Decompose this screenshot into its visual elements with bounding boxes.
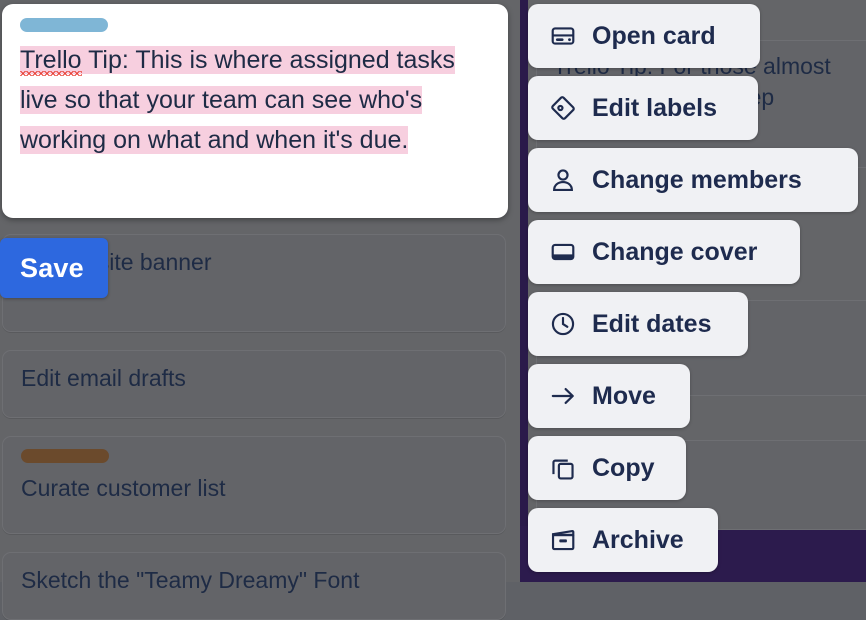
menu-item-move[interactable]: Move (528, 364, 690, 428)
menu-item-open-card[interactable]: Open card (528, 4, 760, 68)
card-title: Sketch the "Teamy Dreamy" Font (21, 567, 360, 593)
menu-item-label: Open card (592, 21, 716, 50)
card-quick-edit-panel: Trello Tip: This is where assigned tasks… (2, 4, 508, 218)
menu-item-change-cover[interactable]: Change cover (528, 220, 800, 284)
arrow-right-icon (550, 383, 576, 409)
card-title: Curate customer list (21, 475, 226, 501)
menu-item-edit-dates[interactable]: Edit dates (528, 292, 748, 356)
card-title-text: Tip: This is where assigned tasks live s… (20, 46, 455, 154)
menu-item-label: Edit dates (592, 309, 712, 338)
label-tag-icon (550, 95, 576, 121)
menu-item-label: Change cover (592, 237, 758, 266)
card-title-input[interactable]: Trello Tip: This is where assigned tasks… (20, 40, 490, 160)
open-card-icon (550, 23, 576, 49)
menu-item-label: Move (592, 381, 656, 410)
menu-item-label: Copy (592, 453, 655, 482)
menu-item-label: Archive (592, 525, 684, 554)
archive-box-icon (550, 527, 576, 553)
menu-item-edit-labels[interactable]: Edit labels (528, 76, 758, 140)
list-item[interactable]: Curate customer list (2, 436, 506, 534)
list-item[interactable]: Edit email drafts (2, 350, 506, 418)
card-title: Edit email drafts (21, 365, 186, 391)
misspelled-word: Trello (20, 46, 82, 74)
label-chip-blue[interactable] (20, 18, 108, 32)
menu-item-copy[interactable]: Copy (528, 436, 686, 500)
menu-item-change-members[interactable]: Change members (528, 148, 858, 212)
copy-icon (550, 455, 576, 481)
cover-image-icon (550, 239, 576, 265)
board-column-edge (520, 0, 528, 582)
menu-item-archive[interactable]: Archive (528, 508, 718, 572)
card-quick-actions-menu: Open card Edit labels Change members Cha… (528, 0, 866, 582)
menu-item-label: Change members (592, 165, 802, 194)
list-item[interactable]: Sketch the "Teamy Dreamy" Font (2, 552, 506, 620)
menu-item-label: Edit labels (592, 93, 718, 122)
clock-icon (550, 311, 576, 337)
save-button[interactable]: Save (0, 238, 108, 298)
label-chip-brown[interactable] (21, 449, 109, 463)
person-icon (550, 167, 576, 193)
